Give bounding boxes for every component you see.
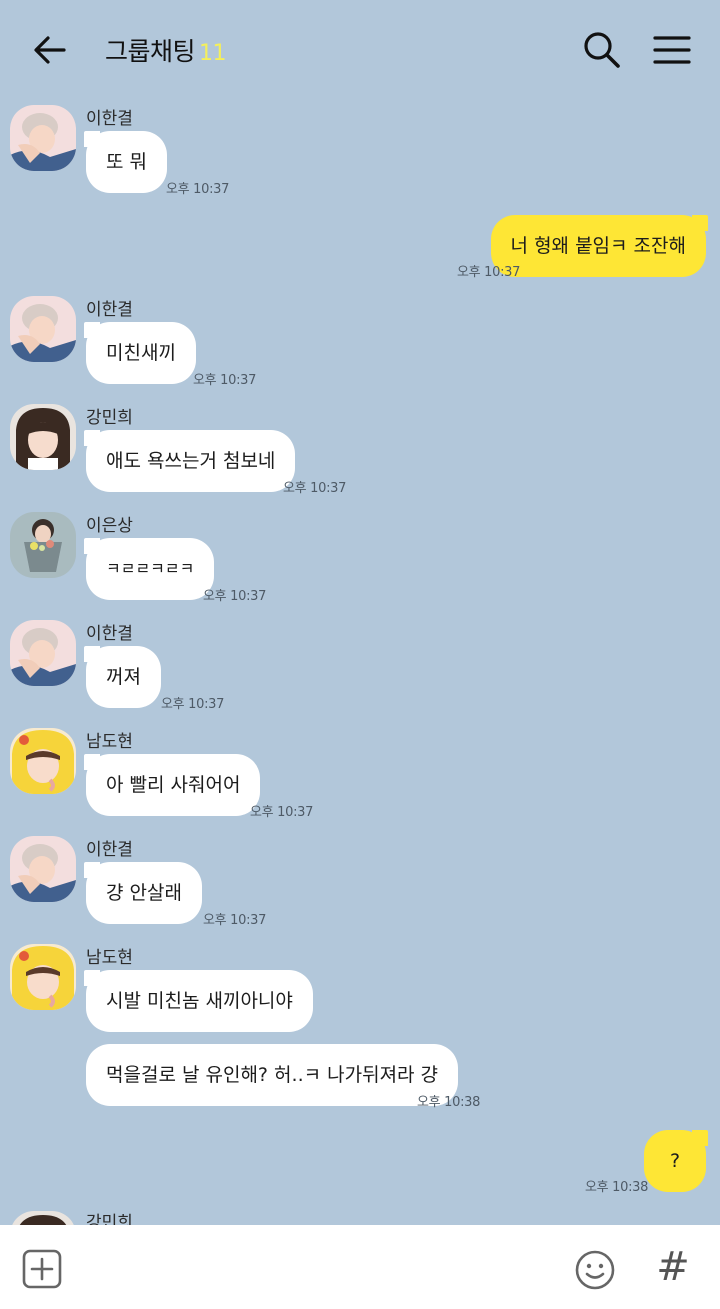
message-bubble[interactable]: 또 뭐 [84, 131, 167, 193]
profile-photo-icon [10, 620, 76, 686]
message-time: 오후 10:38 [417, 1095, 481, 1110]
message-time: 오후 10:37 [283, 481, 347, 496]
profile-photo-icon [10, 728, 76, 794]
message-time: 오후 10:37 [457, 265, 521, 280]
sender-name: 이한결 [86, 300, 133, 320]
avatar[interactable] [10, 404, 76, 470]
avatar[interactable] [10, 105, 76, 171]
profile-photo-icon [10, 296, 76, 362]
message-bubble[interactable]: 애도 욕쓰는거 첨보네 [83, 430, 296, 492]
profile-photo-icon [10, 512, 76, 578]
smiley-icon [575, 1250, 615, 1290]
member-count: 11 [199, 41, 227, 66]
avatar[interactable] [10, 512, 76, 578]
room-name: 그룹채팅 [105, 37, 196, 66]
profile-photo-icon [10, 836, 76, 902]
add-attachment-button[interactable] [22, 1249, 62, 1289]
chat-header: 그룹채팅 11 [0, 0, 720, 98]
message-time: 오후 10:37 [166, 182, 230, 197]
search-button[interactable] [580, 28, 624, 72]
sender-name: 강민희 [86, 408, 133, 428]
message-time: 오후 10:37 [203, 913, 267, 928]
avatar[interactable] [10, 944, 76, 1010]
sender-name: 남도현 [86, 732, 133, 752]
my-message-bubble[interactable]: 너 형왜 붙임ㅋ 조잔해 [490, 215, 709, 277]
message-bubble[interactable]: 아 빨리 사줘어어 [83, 754, 261, 816]
message-time: 오후 10:37 [161, 697, 225, 712]
message-time: 오후 10:37 [193, 373, 257, 388]
message-bubble[interactable]: 걍 안살래 [84, 862, 202, 924]
avatar[interactable] [10, 728, 76, 794]
message-bubble[interactable]: 시발 미친놈 새끼아니야 [84, 970, 313, 1032]
message-time: 오후 10:38 [585, 1180, 649, 1195]
sender-name: 이한결 [86, 109, 133, 129]
avatar[interactable] [10, 620, 76, 686]
menu-button[interactable] [650, 28, 694, 72]
search-icon [584, 32, 620, 68]
message-bubble[interactable]: 미친새끼 [84, 322, 196, 384]
profile-photo-icon [10, 105, 76, 171]
hashtag-icon: # [656, 1244, 690, 1290]
message-bubble[interactable]: 꺼져 [84, 646, 161, 708]
message-time: 오후 10:37 [250, 805, 314, 820]
message-time: 오후 10:37 [203, 589, 267, 604]
message-bubble[interactable]: 먹을걸로 날 유인해? 허..ㅋ 나가뒤져라 걍 [86, 1044, 459, 1106]
sender-name: 남도현 [86, 948, 133, 968]
sender-name: 이한결 [86, 624, 133, 644]
input-bar: # [0, 1225, 720, 1309]
back-button[interactable] [28, 28, 72, 72]
hamburger-menu-icon [653, 36, 691, 64]
profile-photo-icon [10, 404, 76, 470]
plus-square-icon [22, 1249, 62, 1289]
emoji-button[interactable] [574, 1249, 616, 1291]
arrow-left-icon [34, 36, 66, 64]
chat-title: 그룹채팅 11 [105, 32, 227, 68]
message-bubble[interactable]: ㅋㄹㄹㅋㄹㅋ [83, 538, 215, 600]
avatar[interactable] [10, 296, 76, 362]
sender-name: 이한결 [86, 840, 133, 860]
avatar[interactable] [10, 836, 76, 902]
sender-name: 이은상 [86, 516, 133, 536]
profile-photo-icon [10, 944, 76, 1010]
my-message-bubble[interactable]: ? [644, 1130, 708, 1192]
hashtag-button[interactable]: # [652, 1243, 694, 1291]
